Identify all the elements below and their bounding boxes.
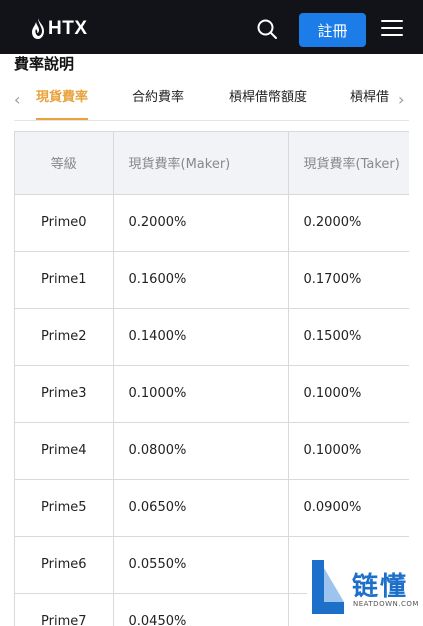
search-icon (257, 19, 277, 39)
table-row: Prime0 0.2000% 0.2000% (15, 194, 409, 252)
neatdown-logo-icon (312, 560, 344, 614)
header-level: 等級 (15, 132, 114, 195)
watermark-text: 链懂 (352, 572, 409, 602)
table-row: Prime4 0.0800% 0.1000% (15, 422, 409, 480)
maker-fee-cell: 0.1600% (113, 251, 289, 309)
search-button[interactable] (256, 18, 278, 40)
table-row: Prime3 0.1000% 0.1000% (15, 365, 409, 423)
tab-clip: 槓桿借 (350, 80, 390, 116)
maker-fee-cell: 0.0650% (113, 479, 289, 537)
level-cell: Prime0 (15, 194, 114, 252)
htx-logo[interactable]: HTX (30, 17, 88, 41)
tabs-divider (14, 120, 409, 121)
watermark-subtext: NEATDOWN.COM (353, 600, 419, 608)
maker-fee-cell: 0.0800% (113, 422, 289, 480)
fee-tabs: ‹ 現貨費率 合約費率 槓桿借幣額度 槓桿借 › (0, 80, 423, 122)
table-header-row: 等級 現貨費率(Maker) 現貨費率(Taker) (15, 132, 409, 195)
taker-fee-cell: 0.1500% (288, 308, 409, 366)
taker-fee-cell: 0.2000% (288, 194, 409, 252)
tab-margin-borrow-limit[interactable]: 槓桿借幣額度 (229, 86, 307, 105)
logo-text: HTX (48, 18, 88, 39)
maker-fee-cell: 0.1400% (113, 308, 289, 366)
maker-fee-cell: 0.0450% (113, 593, 289, 626)
maker-fee-cell: 0.2000% (113, 194, 289, 252)
table-row: Prime5 0.0650% 0.0900% (15, 479, 409, 537)
taker-fee-cell: 0.1000% (288, 422, 409, 480)
chevron-right-icon[interactable]: › (398, 90, 404, 109)
tab-contract-fee[interactable]: 合約費率 (132, 86, 184, 105)
top-bar: HTX 註冊 (0, 0, 423, 54)
hamburger-menu-icon[interactable] (381, 20, 403, 38)
maker-fee-cell: 0.0550% (113, 536, 289, 594)
fee-table-container[interactable]: 等級 現貨費率(Maker) 現貨費率(Taker) Prime0 0.2000… (14, 131, 409, 626)
taker-fee-cell: 0.1000% (288, 365, 409, 423)
tab-spot-fee[interactable]: 現貨費率 (36, 86, 88, 105)
flame-icon (32, 18, 44, 39)
fee-table: 等級 現貨費率(Maker) 現貨費率(Taker) Prime0 0.2000… (15, 132, 409, 626)
maker-fee-cell: 0.1000% (113, 365, 289, 423)
level-cell: Prime2 (15, 308, 114, 366)
level-cell: Prime3 (15, 365, 114, 423)
level-cell: Prime4 (15, 422, 114, 480)
tab-margin-borrow[interactable]: 槓桿借 (350, 86, 389, 105)
level-cell: Prime6 (15, 536, 114, 594)
header-maker-fee: 現貨費率(Maker) (113, 132, 289, 195)
level-cell: Prime1 (15, 251, 114, 309)
table-row: Prime2 0.1400% 0.1500% (15, 308, 409, 366)
level-cell: Prime5 (15, 479, 114, 537)
level-cell: Prime7 (15, 593, 114, 626)
taker-fee-cell: 0.0900% (288, 479, 409, 537)
page-title: 費率說明 (14, 55, 75, 73)
header-taker-fee: 現貨費率(Taker) (288, 132, 409, 195)
table-row: Prime1 0.1600% 0.1700% (15, 251, 409, 309)
neatdown-watermark: 链懂 NEATDOWN.COM (307, 556, 423, 626)
register-button[interactable]: 註冊 (299, 13, 366, 47)
chevron-left-icon[interactable]: ‹ (14, 90, 20, 109)
taker-fee-cell: 0.1700% (288, 251, 409, 309)
